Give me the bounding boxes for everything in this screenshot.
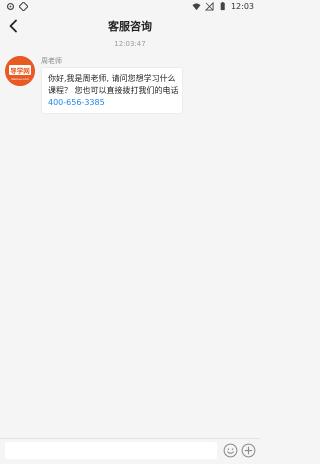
input-bar	[0, 438, 260, 464]
svg-text:daoxue.com: daoxue.com	[11, 77, 29, 81]
avatar[interactable]: 导学网 daoxue.com	[5, 56, 35, 86]
message-line: 你好,我是周老师, 请问您想学习什么	[48, 74, 176, 83]
phone-link[interactable]: 400-656-3385	[48, 97, 176, 109]
message-bubble: 你好,我是周老师, 请问您想学习什么 课程？ 您也可以直接拨打我们的电话 400…	[41, 67, 183, 114]
no-signal-icon	[204, 2, 214, 11]
wifi-icon	[192, 3, 201, 11]
status-right-icons: 12:03	[192, 2, 254, 11]
message-input[interactable]	[5, 442, 217, 459]
brand-logo: 导学网 daoxue.com	[5, 56, 35, 86]
notification-icon	[6, 2, 15, 11]
page-title: 客服咨询	[108, 20, 152, 33]
message-timestamp: 12:03:47	[114, 40, 146, 48]
sync-icon	[19, 2, 28, 11]
emoji-icon[interactable]	[223, 443, 238, 458]
nav-bar: 客服咨询	[0, 14, 260, 38]
svg-text:导学网: 导学网	[10, 66, 30, 75]
message-line: 课程？ 您也可以直接拨打我们的电话	[48, 86, 179, 95]
battery-icon	[220, 2, 225, 11]
status-left-icons	[6, 2, 28, 11]
status-bar: 12:03	[0, 0, 260, 14]
sender-name: 周老师	[41, 57, 62, 65]
plus-circle-icon[interactable]	[241, 443, 256, 458]
status-time: 12:03	[230, 2, 254, 11]
